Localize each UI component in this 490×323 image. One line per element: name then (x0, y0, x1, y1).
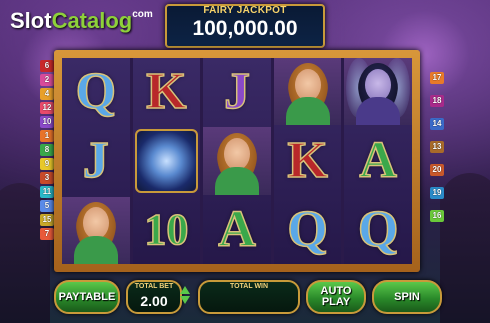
symbol-a: A (359, 131, 398, 189)
payline-number: 7 (40, 228, 54, 240)
payline-number: 13 (430, 141, 444, 153)
payline-number: 17 (430, 72, 444, 84)
logo-text-slot: Slot (10, 8, 52, 33)
payline-number: 19 (430, 187, 444, 199)
total-bet-panel: TOTAL BET 2.00 (126, 280, 190, 314)
symbol-k: K (287, 131, 329, 189)
reel-cell: A (344, 127, 412, 194)
payline-indicators-right: 17 18 14 13 20 19 16 (430, 72, 444, 222)
reel-column: JA (203, 58, 271, 264)
payline-number: 10 (40, 116, 54, 128)
reel-cell: J (203, 58, 271, 125)
fairy-head (294, 68, 321, 101)
payline-number: 1 (40, 130, 54, 142)
reel-column: AQ (344, 58, 412, 264)
spin-label: SPIN (394, 290, 420, 303)
payline-number: 6 (40, 60, 54, 72)
payline-number: 18 (430, 95, 444, 107)
bet-decrease-icon[interactable] (180, 296, 190, 304)
jackpot-title: FAIRY JACKPOT (203, 5, 287, 16)
payline-number: 2 (40, 74, 54, 86)
payline-number: 8 (40, 144, 54, 156)
slotcatalog-logo: Slot Catalog com (10, 6, 153, 34)
paytable-label: PAYTABLE (58, 290, 116, 303)
payline-number: 12 (40, 102, 54, 114)
autoplay-button[interactable]: AUTO PLAY (306, 280, 366, 314)
total-win-label: TOTAL WIN (229, 283, 269, 290)
symbol-j: J (82, 131, 110, 189)
symbol-a: A (217, 201, 256, 259)
reel-cell: K (274, 127, 342, 194)
reel-cell: Q (62, 58, 130, 125)
dark-fairy-symbol (344, 58, 412, 126)
reel-cell: J (62, 127, 130, 194)
total-bet-label: TOTAL BET (134, 283, 174, 290)
reel-column: K 10 (132, 58, 201, 264)
fairy-head (365, 68, 392, 101)
symbol-k: K (145, 62, 187, 120)
payline-number: 3 (40, 172, 54, 184)
payline-number: 15 (40, 214, 54, 226)
bet-increase-icon[interactable] (180, 286, 190, 294)
reel-cell (62, 196, 130, 264)
fairy-head (223, 138, 250, 171)
reel-column: QJ (62, 58, 130, 264)
total-win-panel: TOTAL WIN (198, 280, 300, 314)
fairy-symbol (62, 196, 130, 264)
autoplay-label: AUTO PLAY (320, 285, 352, 308)
control-bar: PAYTABLE TOTAL BET 2.00 TOTAL WIN AUTO P… (0, 280, 490, 323)
reel-cell (273, 58, 342, 126)
reel-grid: Q J K 10 J A K Q A Q (62, 58, 412, 264)
reel-cell: Q (344, 197, 412, 264)
paytable-button[interactable]: PAYTABLE (54, 280, 120, 314)
symbol-q: Q (357, 201, 399, 259)
payline-number: 9 (40, 158, 54, 170)
jackpot-value: 100,000.00 (192, 17, 298, 40)
symbol-10: 10 (144, 205, 190, 255)
reel-cell: Q (274, 197, 342, 264)
fairy-dress (285, 97, 330, 126)
bet-stepper (180, 284, 190, 310)
reel-column: KQ (273, 58, 342, 264)
payline-indicators-left: 6 2 4 12 10 1 8 9 3 11 5 15 7 (40, 60, 54, 240)
reel-cell: K (133, 58, 201, 125)
payline-number: 20 (430, 164, 444, 176)
symbol-j: J (223, 62, 251, 120)
fairy-dress (356, 97, 401, 126)
fairy-dress (73, 235, 118, 264)
symbol-q: Q (75, 62, 117, 120)
payline-number: 11 (40, 186, 54, 198)
payline-number: 4 (40, 88, 54, 100)
fairy-symbol (273, 58, 342, 126)
reel-cell: 10 (133, 197, 201, 264)
symbol-q: Q (287, 201, 329, 259)
reel-cell (203, 127, 271, 195)
fairy-jackpot-panel: FAIRY JACKPOT 100,000.00 (165, 4, 325, 48)
payline-number: 16 (430, 210, 444, 222)
logo-text-catalog: Catalog (51, 8, 133, 33)
reel-cell (344, 58, 412, 126)
reel-cell: A (203, 197, 271, 264)
fairy-symbol (203, 127, 271, 195)
reel-cell (133, 127, 201, 194)
logo-text-com: com (132, 9, 153, 20)
total-bet-value: 2.00 (140, 293, 168, 309)
payline-number: 5 (40, 200, 54, 212)
fairy-head (82, 207, 109, 240)
payline-number: 14 (430, 118, 444, 130)
spin-button[interactable]: SPIN (372, 280, 442, 314)
moon-frame (134, 129, 199, 193)
